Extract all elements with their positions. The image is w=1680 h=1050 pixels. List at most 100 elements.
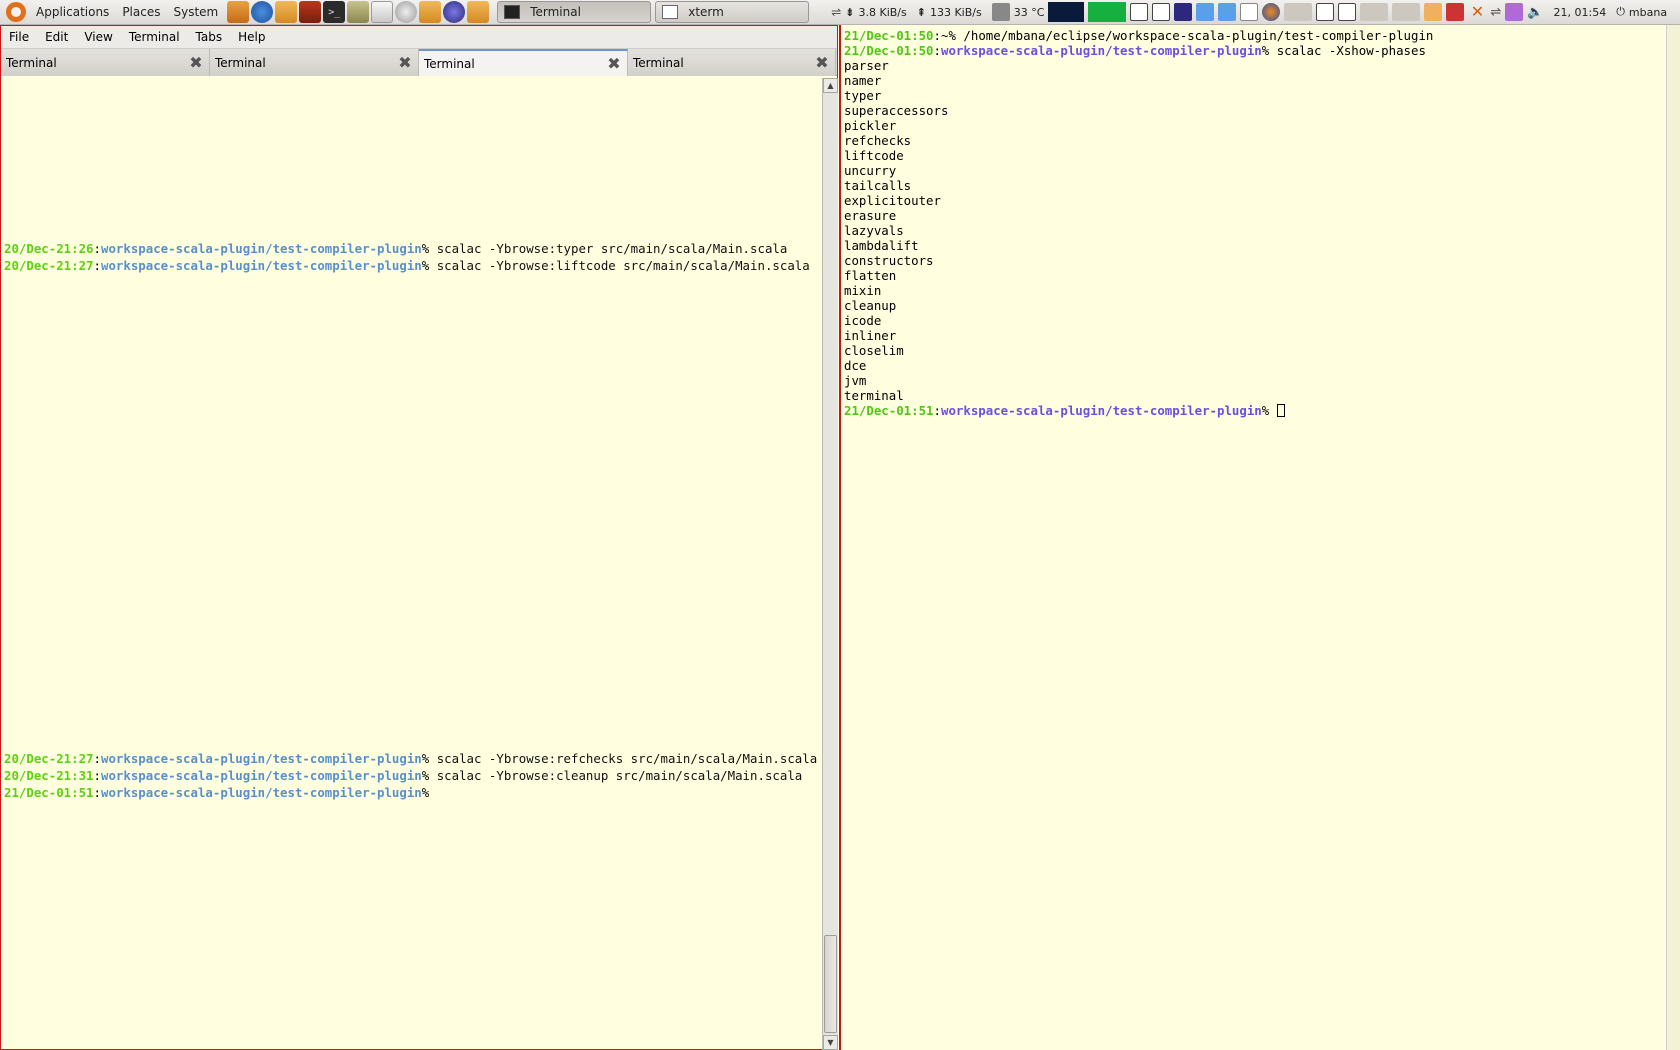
phase-item: lazyvals [844, 223, 904, 238]
phase-item: lambdalift [844, 238, 919, 253]
vertical-scrollbar[interactable]: ▲ ▼ [822, 78, 838, 1050]
xterm-icon [662, 5, 679, 19]
gnome-terminal-menubar: File Edit View Terminal Tabs Help [1, 26, 837, 49]
phase-item: mixin [844, 283, 882, 298]
mail-icon[interactable] [1240, 3, 1259, 21]
volume-icon[interactable]: 🔈 [1527, 5, 1543, 20]
command-text: /home/mbana/eclipse/workspace-scala-plug… [955, 28, 1434, 43]
phase-item: tailcalls [844, 178, 912, 193]
scroll-up-arrow-icon[interactable]: ▲ [823, 78, 838, 93]
workspace-switcher-icon[interactable] [1152, 3, 1171, 21]
network-icon[interactable]: ⇌ [1490, 5, 1501, 20]
presentation-icon[interactable] [299, 1, 322, 23]
phase-item: erasure [844, 208, 897, 223]
prompt-path: workspace-scala-plugin/test-compiler-plu… [101, 785, 422, 800]
menu-places[interactable]: Places [118, 0, 169, 25]
down-arrow-icon: ⇟ [845, 5, 855, 19]
download-icon[interactable] [1446, 3, 1465, 21]
menu-view[interactable]: View [76, 30, 120, 44]
prompt-date: 20/Dec-21:27 [4, 751, 94, 766]
thunderbird-icon[interactable] [251, 1, 274, 23]
system-tray: ⇌ ⇟ 3.8 KiB/s ⇞ 133 KiB/s 33 °C ✕ ⇌ 🔈 21… [831, 0, 1671, 25]
eclipse-icon[interactable] [1174, 3, 1193, 21]
phase-item: icode [844, 313, 882, 328]
folder-icon[interactable] [467, 1, 490, 23]
eclipse-icon[interactable] [443, 1, 466, 23]
menu-label: System [173, 5, 219, 19]
disk-icon[interactable] [395, 1, 418, 23]
menu-edit[interactable]: Edit [37, 30, 76, 44]
gnome-terminal-window: File Edit View Terminal Tabs Help Termin… [0, 25, 838, 1050]
phase-item: typer [844, 88, 882, 103]
prompt-path: workspace-scala-plugin/test-compiler-plu… [101, 751, 422, 766]
tab-terminal-2[interactable]: Terminal ✖ [210, 49, 419, 76]
terminal-output[interactable]: 20/Dec-21:26:workspace-scala-plugin/test… [1, 78, 821, 1050]
phase-item: cleanup [844, 298, 897, 313]
workspace-switcher-icon[interactable] [1392, 3, 1421, 21]
close-x-icon[interactable]: ✕ [1468, 3, 1486, 21]
terminal-line: 20/Dec-21:26:workspace-scala-plugin/test… [4, 241, 788, 256]
tab-terminal-1[interactable]: Terminal ✖ [1, 49, 210, 76]
workspace-switcher-icon[interactable] [1196, 3, 1215, 21]
close-icon[interactable]: ✖ [815, 54, 829, 70]
terminal-line: 20/Dec-21:31:workspace-scala-plugin/test… [4, 768, 803, 783]
workspace-switcher-icon[interactable] [1284, 3, 1313, 21]
task-terminal[interactable]: Terminal [497, 1, 652, 23]
menu-terminal[interactable]: Terminal [121, 30, 188, 44]
terminal-icon[interactable]: >_ [323, 1, 346, 23]
command-text: scalac -Ybrowse:cleanup src/main/scala/M… [429, 768, 803, 783]
task-label: xterm [688, 5, 724, 19]
workspace-switcher-icon[interactable] [1360, 3, 1389, 21]
folder-icon[interactable] [275, 1, 298, 23]
phase-item: inliner [844, 328, 897, 343]
net-down-speed: 3.8 KiB/s [858, 5, 907, 19]
scrollbar-thumb[interactable] [824, 935, 837, 1033]
scrollbar-thumb[interactable] [1667, 25, 1680, 1050]
workspace-switcher-icon[interactable] [1338, 3, 1357, 21]
phase-item: flatten [844, 268, 897, 283]
cpu-chip-icon [991, 3, 1010, 21]
tab-terminal-3[interactable]: Terminal ✖ [419, 49, 628, 76]
prompt-date: 20/Dec-21:31 [4, 768, 94, 783]
xterm-window[interactable]: 21/Dec-01:50:~% /home/mbana/eclipse/work… [839, 25, 1680, 1050]
prompt-path: workspace-scala-plugin/test-compiler-plu… [101, 241, 422, 256]
xterm-scrollbar[interactable] [1666, 25, 1680, 1050]
archive-icon[interactable] [347, 1, 370, 23]
terminal-line: 20/Dec-21:27:workspace-scala-plugin/test… [4, 258, 810, 273]
home-folder-icon[interactable] [227, 1, 250, 23]
close-icon[interactable]: ✖ [607, 55, 621, 71]
workspace-switcher-icon[interactable] [1218, 3, 1237, 21]
clock[interactable]: 21, 01:54 [1554, 6, 1607, 19]
terminal-line: 21/Dec-01:51:workspace-scala-plugin/test… [4, 785, 430, 800]
close-icon[interactable]: ✖ [398, 54, 412, 70]
settings-gear-icon[interactable] [1505, 3, 1524, 21]
prompt-date: 21/Dec-01:50 [844, 28, 934, 43]
ubuntu-logo-icon[interactable] [6, 2, 26, 22]
menu-help[interactable]: Help [230, 30, 273, 44]
text-editor-icon[interactable] [371, 1, 394, 23]
power-icon[interactable]: ⏻ [1616, 5, 1625, 19]
prompt-date: 21/Dec-01:51 [4, 785, 94, 800]
tab-terminal-4[interactable]: Terminal ✖ [628, 49, 836, 76]
xterm-line: 21/Dec-01:50:~% /home/mbana/eclipse/work… [844, 28, 1434, 43]
task-xterm[interactable]: xterm [655, 1, 810, 23]
memory-monitor-graph[interactable] [1088, 2, 1127, 22]
terminal-line: 20/Dec-21:27:workspace-scala-plugin/test… [4, 751, 818, 766]
close-icon[interactable]: ✖ [189, 54, 203, 70]
update-notifier-icon[interactable] [1424, 3, 1443, 21]
launcher-bar: >_ [227, 1, 491, 23]
menu-applications[interactable]: Applications [32, 0, 118, 25]
prompt-path: workspace-scala-plugin/test-compiler-plu… [101, 258, 422, 273]
cpu-monitor-graph[interactable] [1048, 2, 1085, 22]
user-name[interactable]: mbana [1629, 6, 1667, 19]
workspace-switcher-icon[interactable] [1130, 3, 1149, 21]
menu-label: Applications [36, 5, 110, 19]
folder-icon[interactable] [419, 1, 442, 23]
net-up-speed: 133 KiB/s [929, 5, 982, 19]
menu-tabs[interactable]: Tabs [188, 30, 231, 44]
firefox-icon[interactable] [1262, 3, 1281, 21]
menu-file[interactable]: File [1, 30, 37, 44]
scroll-down-arrow-icon[interactable]: ▼ [823, 1035, 838, 1050]
workspace-switcher-icon[interactable] [1316, 3, 1335, 21]
menu-system[interactable]: System [169, 0, 227, 25]
